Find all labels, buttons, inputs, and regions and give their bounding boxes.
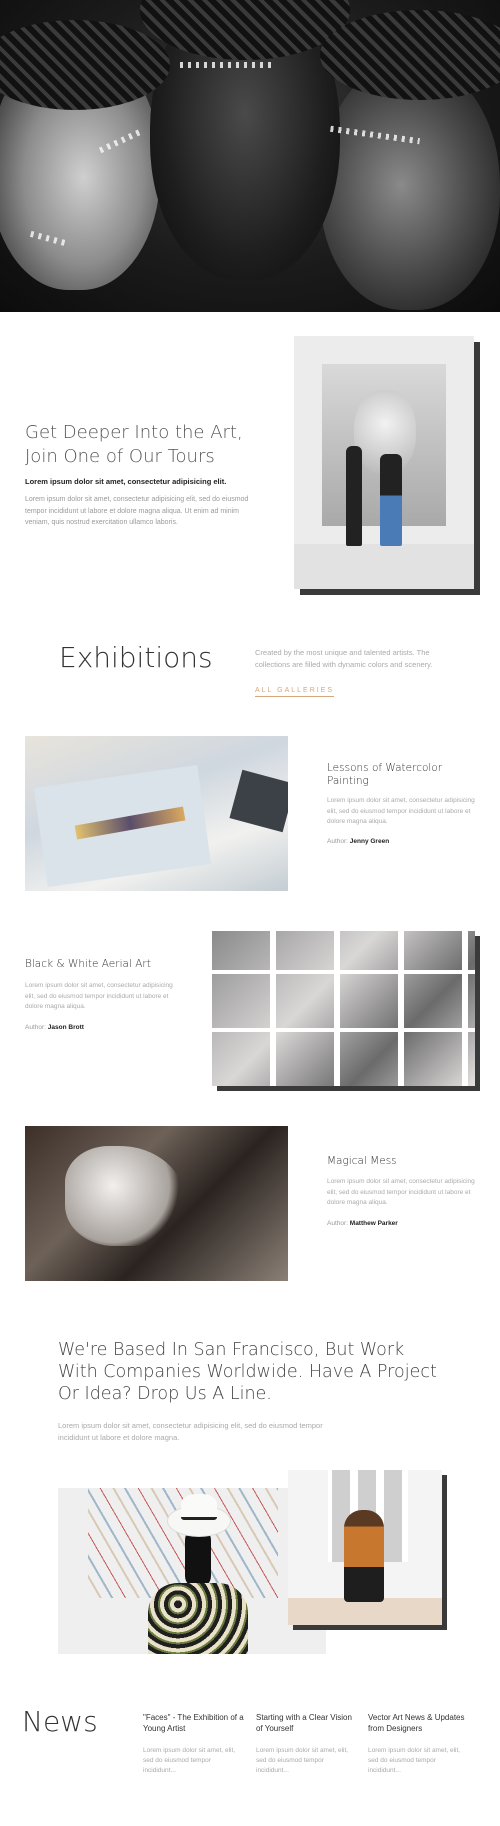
exhibitions-heading: Exhibitions	[59, 641, 213, 674]
gallery-visitors-image	[294, 336, 474, 589]
news-item[interactable]: "Faces" - The Exhibition of a Young Arti…	[143, 1712, 245, 1776]
exhibition-body: Lorem ipsum dolor sit amet, consectetur …	[327, 797, 475, 825]
contact-body: Lorem ipsum dolor sit amet, consectetur …	[58, 1421, 323, 1442]
face-paint-dots	[180, 62, 275, 68]
visitor-figure	[380, 454, 402, 546]
tours-body: Lorem ipsum dolor sit amet, consectetur …	[25, 496, 249, 526]
tours-heading-line2: Join One of Our Tours	[25, 446, 215, 467]
tours-heading-line1: Get Deeper Into the Art,	[25, 422, 243, 443]
tours-heading: Get Deeper Into the Art, Join One of Our…	[25, 421, 285, 469]
aerial-art-image[interactable]	[212, 931, 475, 1086]
news-heading: News	[22, 1705, 98, 1738]
exhibition-author: Author: Matthew Parker	[327, 1220, 398, 1227]
news-item-title[interactable]: Starting with a Clear Vision of Yourself	[256, 1712, 358, 1734]
news-item-title[interactable]: Vector Art News & Updates from Designers	[368, 1712, 470, 1734]
news-item[interactable]: Vector Art News & Updates from Designers…	[368, 1712, 470, 1776]
exhibition-body: Lorem ipsum dolor sit amet, consectetur …	[25, 982, 173, 1010]
news-item[interactable]: Starting with a Clear Vision of Yourself…	[256, 1712, 358, 1776]
woman-viewing-gallery-image	[288, 1470, 442, 1625]
news-item-body: Lorem ipsum dolor sit amet, elit, sed do…	[256, 1747, 349, 1774]
exhibition-body: Lorem ipsum dolor sit amet, consectetur …	[327, 1178, 475, 1206]
visitor-figure	[346, 446, 362, 546]
watercolor-image[interactable]	[25, 736, 288, 891]
contact-heading: We're Based In San Francisco, But Work W…	[58, 1340, 437, 1404]
news-item-title[interactable]: "Faces" - The Exhibition of a Young Arti…	[143, 1712, 245, 1734]
exhibition-title[interactable]: Magical Mess	[327, 1155, 467, 1168]
woman-in-hat-image	[58, 1488, 326, 1654]
exhibitions-description: Created by the most unique and talented …	[255, 648, 433, 669]
tours-lead: Lorem ipsum dolor sit amet, consectetur …	[25, 477, 227, 486]
exhibition-author: Author: Jason Brott	[25, 1024, 84, 1031]
exhibition-title[interactable]: Lessons of Watercolor Painting	[327, 762, 467, 788]
magical-mess-image[interactable]	[25, 1126, 288, 1281]
news-item-body: Lorem ipsum dolor sit amet, elit, sed do…	[143, 1747, 236, 1774]
hero-image	[0, 0, 500, 312]
news-item-body: Lorem ipsum dolor sit amet, elit, sed do…	[368, 1747, 461, 1774]
headwrap-right	[320, 10, 500, 100]
exhibition-author: Author: Jenny Green	[327, 838, 390, 845]
all-galleries-link[interactable]: ALL GALLERIES	[255, 687, 335, 697]
exhibition-title[interactable]: Black & White Aerial Art	[25, 958, 185, 971]
